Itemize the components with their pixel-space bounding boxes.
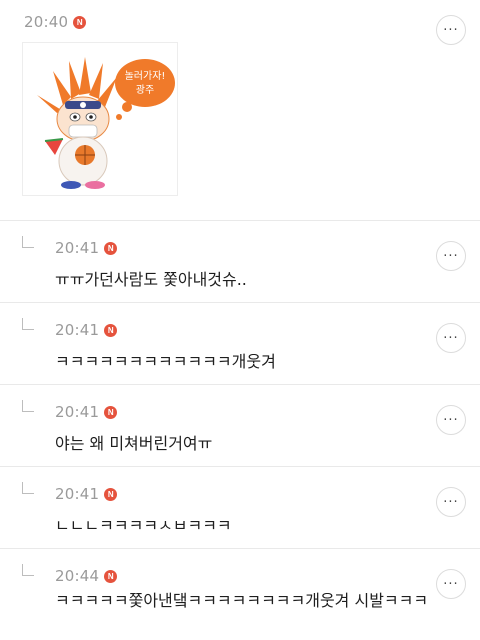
more-options-button[interactable]: ··· bbox=[436, 405, 466, 435]
reply-item: 20:41 N ㅠㅠ가던사람도 쫓아내것슈.. ··· bbox=[0, 221, 480, 303]
comment-thread: 20:40 N ··· 놀러가자! 광주 20:41 N ㅠㅠ가던사람도 쫓아내… bbox=[0, 0, 480, 640]
reply-text: 야는 왜 미쳐버린거여ㅠ bbox=[55, 434, 213, 453]
reply-arrow-icon bbox=[22, 236, 34, 248]
reply-item: 20:41 N 야는 왜 미쳐버린거여ㅠ ··· bbox=[0, 385, 480, 467]
reply-meta: 20:41 N bbox=[55, 485, 118, 503]
more-options-button[interactable]: ··· bbox=[436, 241, 466, 271]
reply-text: ㄴㄴㄴㅋㅋㅋㅋㅅㅂㅋㅋㅋ bbox=[55, 516, 232, 535]
reply-meta: 20:41 N bbox=[55, 239, 118, 257]
new-badge: N bbox=[73, 15, 87, 29]
reply-arrow-icon bbox=[22, 400, 34, 412]
reply-text: ㅋㅋㅋㅋㅋㅋㅋㅋㅋㅋㅋㅋ개웃겨 bbox=[55, 352, 276, 371]
comment-time: 20:40 bbox=[24, 13, 69, 31]
reply-text: ㅋㅋㅋㅋㅋ쫓아낸댘ㅋㅋㅋㅋㅋㅋㅋㅋ개웃겨 시발ㅋㅋㅋ bbox=[55, 591, 429, 610]
new-badge: N bbox=[104, 405, 118, 419]
reply-item: 20:41 N ㄴㄴㄴㅋㅋㅋㅋㅅㅂㅋㅋㅋ ··· bbox=[0, 467, 480, 549]
comment-meta: 20:40 N bbox=[24, 13, 87, 31]
reply-meta: 20:41 N bbox=[55, 321, 118, 339]
more-options-button[interactable]: ··· bbox=[436, 323, 466, 353]
new-badge: N bbox=[104, 569, 118, 583]
sticker-image[interactable]: 놀러가자! 광주 bbox=[22, 42, 178, 196]
reply-item: 20:44 N ㅋㅋㅋㅋㅋ쫓아낸댘ㅋㅋㅋㅋㅋㅋㅋㅋ개웃겨 시발ㅋㅋㅋ ··· bbox=[0, 549, 480, 630]
new-badge: N bbox=[104, 323, 118, 337]
reply-time: 20:41 bbox=[55, 485, 100, 503]
reply-arrow-icon bbox=[22, 482, 34, 494]
mascot-sticker: 놀러가자! 광주 bbox=[37, 57, 175, 189]
reply-time: 20:41 bbox=[55, 239, 100, 257]
sticker-bubble-line2: 광주 bbox=[136, 84, 154, 96]
reply-item: 20:41 N ㅋㅋㅋㅋㅋㅋㅋㅋㅋㅋㅋㅋ개웃겨 ··· bbox=[0, 303, 480, 385]
reply-arrow-icon bbox=[22, 564, 34, 576]
new-badge: N bbox=[104, 241, 118, 255]
more-options-button[interactable]: ··· bbox=[436, 15, 466, 45]
reply-text: ㅠㅠ가던사람도 쫓아내것슈.. bbox=[55, 270, 247, 289]
comment-item: 20:40 N ··· 놀러가자! 광주 bbox=[0, 0, 480, 221]
reply-meta: 20:41 N bbox=[55, 403, 118, 421]
more-options-button[interactable]: ··· bbox=[436, 487, 466, 517]
new-badge: N bbox=[104, 487, 118, 501]
more-options-button[interactable]: ··· bbox=[436, 569, 466, 599]
sticker-bubble-line1: 놀러가자! bbox=[125, 70, 166, 82]
reply-meta: 20:44 N bbox=[55, 567, 118, 585]
reply-time: 20:41 bbox=[55, 321, 100, 339]
reply-time: 20:41 bbox=[55, 403, 100, 421]
reply-time: 20:44 bbox=[55, 567, 100, 585]
reply-arrow-icon bbox=[22, 318, 34, 330]
